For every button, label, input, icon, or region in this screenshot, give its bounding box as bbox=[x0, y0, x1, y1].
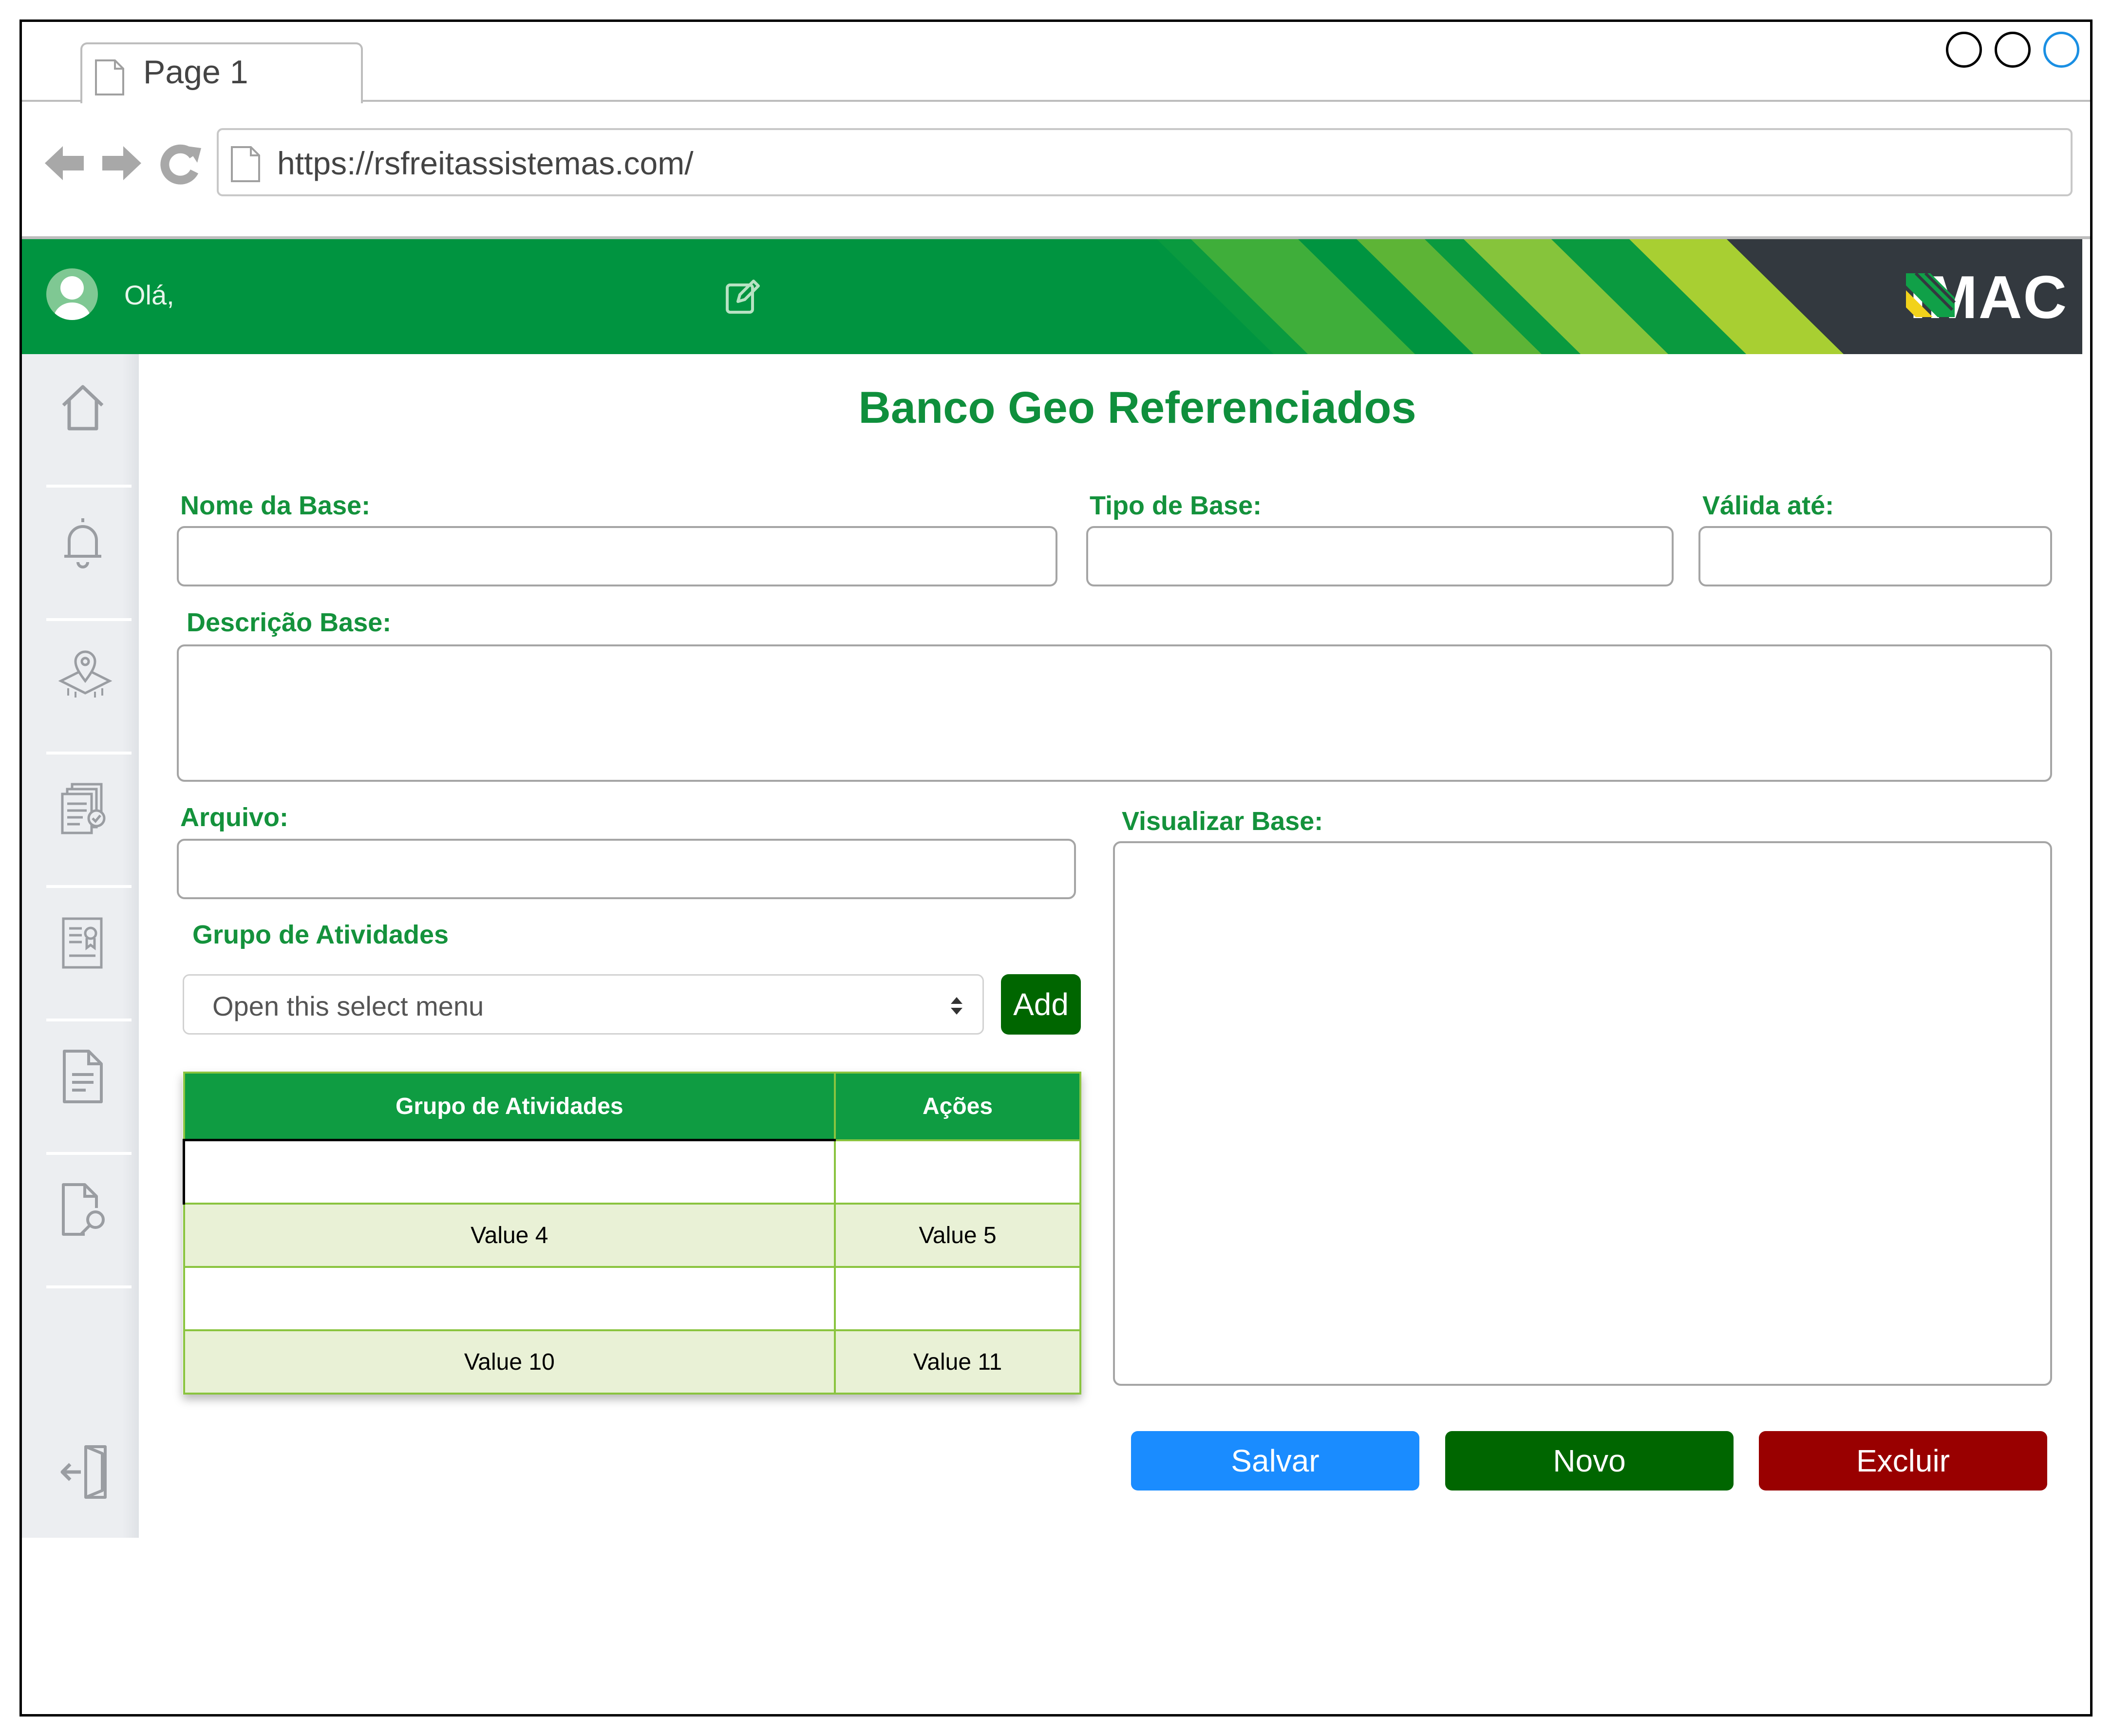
nome-base-input[interactable] bbox=[177, 526, 1057, 586]
table-cell: Value 10 bbox=[183, 1329, 836, 1395]
tab-title: Page 1 bbox=[143, 54, 248, 91]
valida-ate-input[interactable] bbox=[1698, 526, 2052, 586]
sidebar-item-home[interactable] bbox=[22, 354, 139, 486]
column-header: Grupo de Atividades bbox=[183, 1072, 836, 1141]
table-cell: Value 11 bbox=[834, 1329, 1081, 1395]
certificate-icon bbox=[62, 917, 103, 969]
forward-arrow-icon[interactable] bbox=[100, 141, 144, 188]
table-cell bbox=[834, 1266, 1081, 1331]
visualizar-base-panel bbox=[1113, 841, 2052, 1386]
imac-logo: IMAC bbox=[1904, 264, 2068, 331]
bell-icon bbox=[64, 518, 101, 568]
sidebar-item-map[interactable] bbox=[22, 620, 139, 752]
window-button-2[interactable] bbox=[1995, 32, 2031, 68]
tipo-base-input[interactable] bbox=[1086, 526, 1674, 586]
sort-arrows-icon bbox=[949, 995, 964, 1019]
table-cell: Value 5 bbox=[834, 1203, 1081, 1268]
avatar[interactable] bbox=[46, 268, 98, 320]
grupo-atividades-table: Grupo de Atividades Ações Value 4 Value … bbox=[183, 1072, 1081, 1395]
page-title: Banco Geo Referenciados bbox=[858, 383, 1416, 433]
tipo-base-label: Tipo de Base: bbox=[1090, 491, 1262, 520]
descricao-base-textarea[interactable] bbox=[177, 644, 2052, 782]
new-button[interactable]: Novo bbox=[1445, 1431, 1734, 1491]
documents-check-icon bbox=[61, 783, 106, 834]
nome-base-label: Nome da Base: bbox=[180, 491, 371, 520]
logout-icon bbox=[60, 1445, 107, 1499]
reload-icon[interactable] bbox=[158, 141, 202, 188]
page-icon bbox=[230, 146, 261, 185]
address-bar[interactable]: https://rsfreitassistemas.com/ bbox=[217, 128, 2073, 196]
browser-window: Page 1 https://rsfreitassistemas.com/ Ol… bbox=[19, 19, 2093, 1717]
delete-button[interactable]: Excluir bbox=[1759, 1431, 2047, 1491]
url-text: https://rsfreitassistemas.com/ bbox=[277, 145, 694, 181]
table-row[interactable] bbox=[183, 1139, 1081, 1205]
home-icon bbox=[62, 385, 104, 431]
table-header-row: Grupo de Atividades Ações bbox=[183, 1072, 1081, 1141]
sidebar-item-search-documents[interactable] bbox=[22, 1154, 139, 1285]
document-search-icon bbox=[62, 1183, 105, 1236]
browser-tab[interactable]: Page 1 bbox=[80, 42, 363, 103]
table-cell bbox=[183, 1266, 836, 1331]
sidebar-item-reports[interactable] bbox=[22, 1020, 139, 1152]
app-header: Olá, IMAC bbox=[22, 239, 2082, 354]
back-arrow-icon[interactable] bbox=[42, 141, 86, 188]
document-icon bbox=[63, 1050, 103, 1103]
sidebar-item-logout[interactable] bbox=[22, 1416, 139, 1547]
map-pin-icon bbox=[58, 650, 112, 698]
sidebar bbox=[22, 354, 139, 1538]
grupo-atividades-label: Grupo de Atividades bbox=[192, 920, 449, 949]
table-cell: Value 4 bbox=[183, 1203, 836, 1268]
grupo-atividades-select[interactable]: Open this select menu bbox=[183, 974, 984, 1035]
add-button[interactable]: Add bbox=[1001, 974, 1081, 1035]
page-icon bbox=[94, 59, 125, 98]
sidebar-item-certificates[interactable] bbox=[22, 887, 139, 1019]
table-row[interactable] bbox=[183, 1266, 1081, 1331]
valida-ate-label: Válida até: bbox=[1702, 491, 1834, 520]
table-row[interactable]: Value 10 Value 11 bbox=[183, 1329, 1081, 1395]
save-button[interactable]: Salvar bbox=[1131, 1431, 1419, 1491]
table-row[interactable]: Value 4 Value 5 bbox=[183, 1203, 1081, 1268]
window-button-3[interactable] bbox=[2043, 32, 2079, 68]
sidebar-item-notifications[interactable] bbox=[22, 487, 139, 618]
descricao-base-label: Descrição Base: bbox=[187, 608, 392, 637]
select-placeholder: Open this select menu bbox=[212, 991, 484, 1021]
arquivo-input[interactable] bbox=[177, 839, 1076, 899]
arquivo-label: Arquivo: bbox=[180, 803, 288, 832]
sidebar-item-documents[interactable] bbox=[22, 754, 139, 885]
table-cell bbox=[834, 1139, 1081, 1205]
window-button-1[interactable] bbox=[1946, 32, 1982, 68]
imac-logo-mark-icon bbox=[1906, 272, 1956, 317]
table-cell bbox=[183, 1139, 836, 1205]
visualizar-base-label: Visualizar Base: bbox=[1122, 807, 1323, 836]
sidebar-divider bbox=[46, 1285, 132, 1288]
greeting-text: Olá, bbox=[124, 280, 174, 310]
column-header: Ações bbox=[834, 1072, 1081, 1141]
header-stripes bbox=[1157, 239, 2082, 354]
